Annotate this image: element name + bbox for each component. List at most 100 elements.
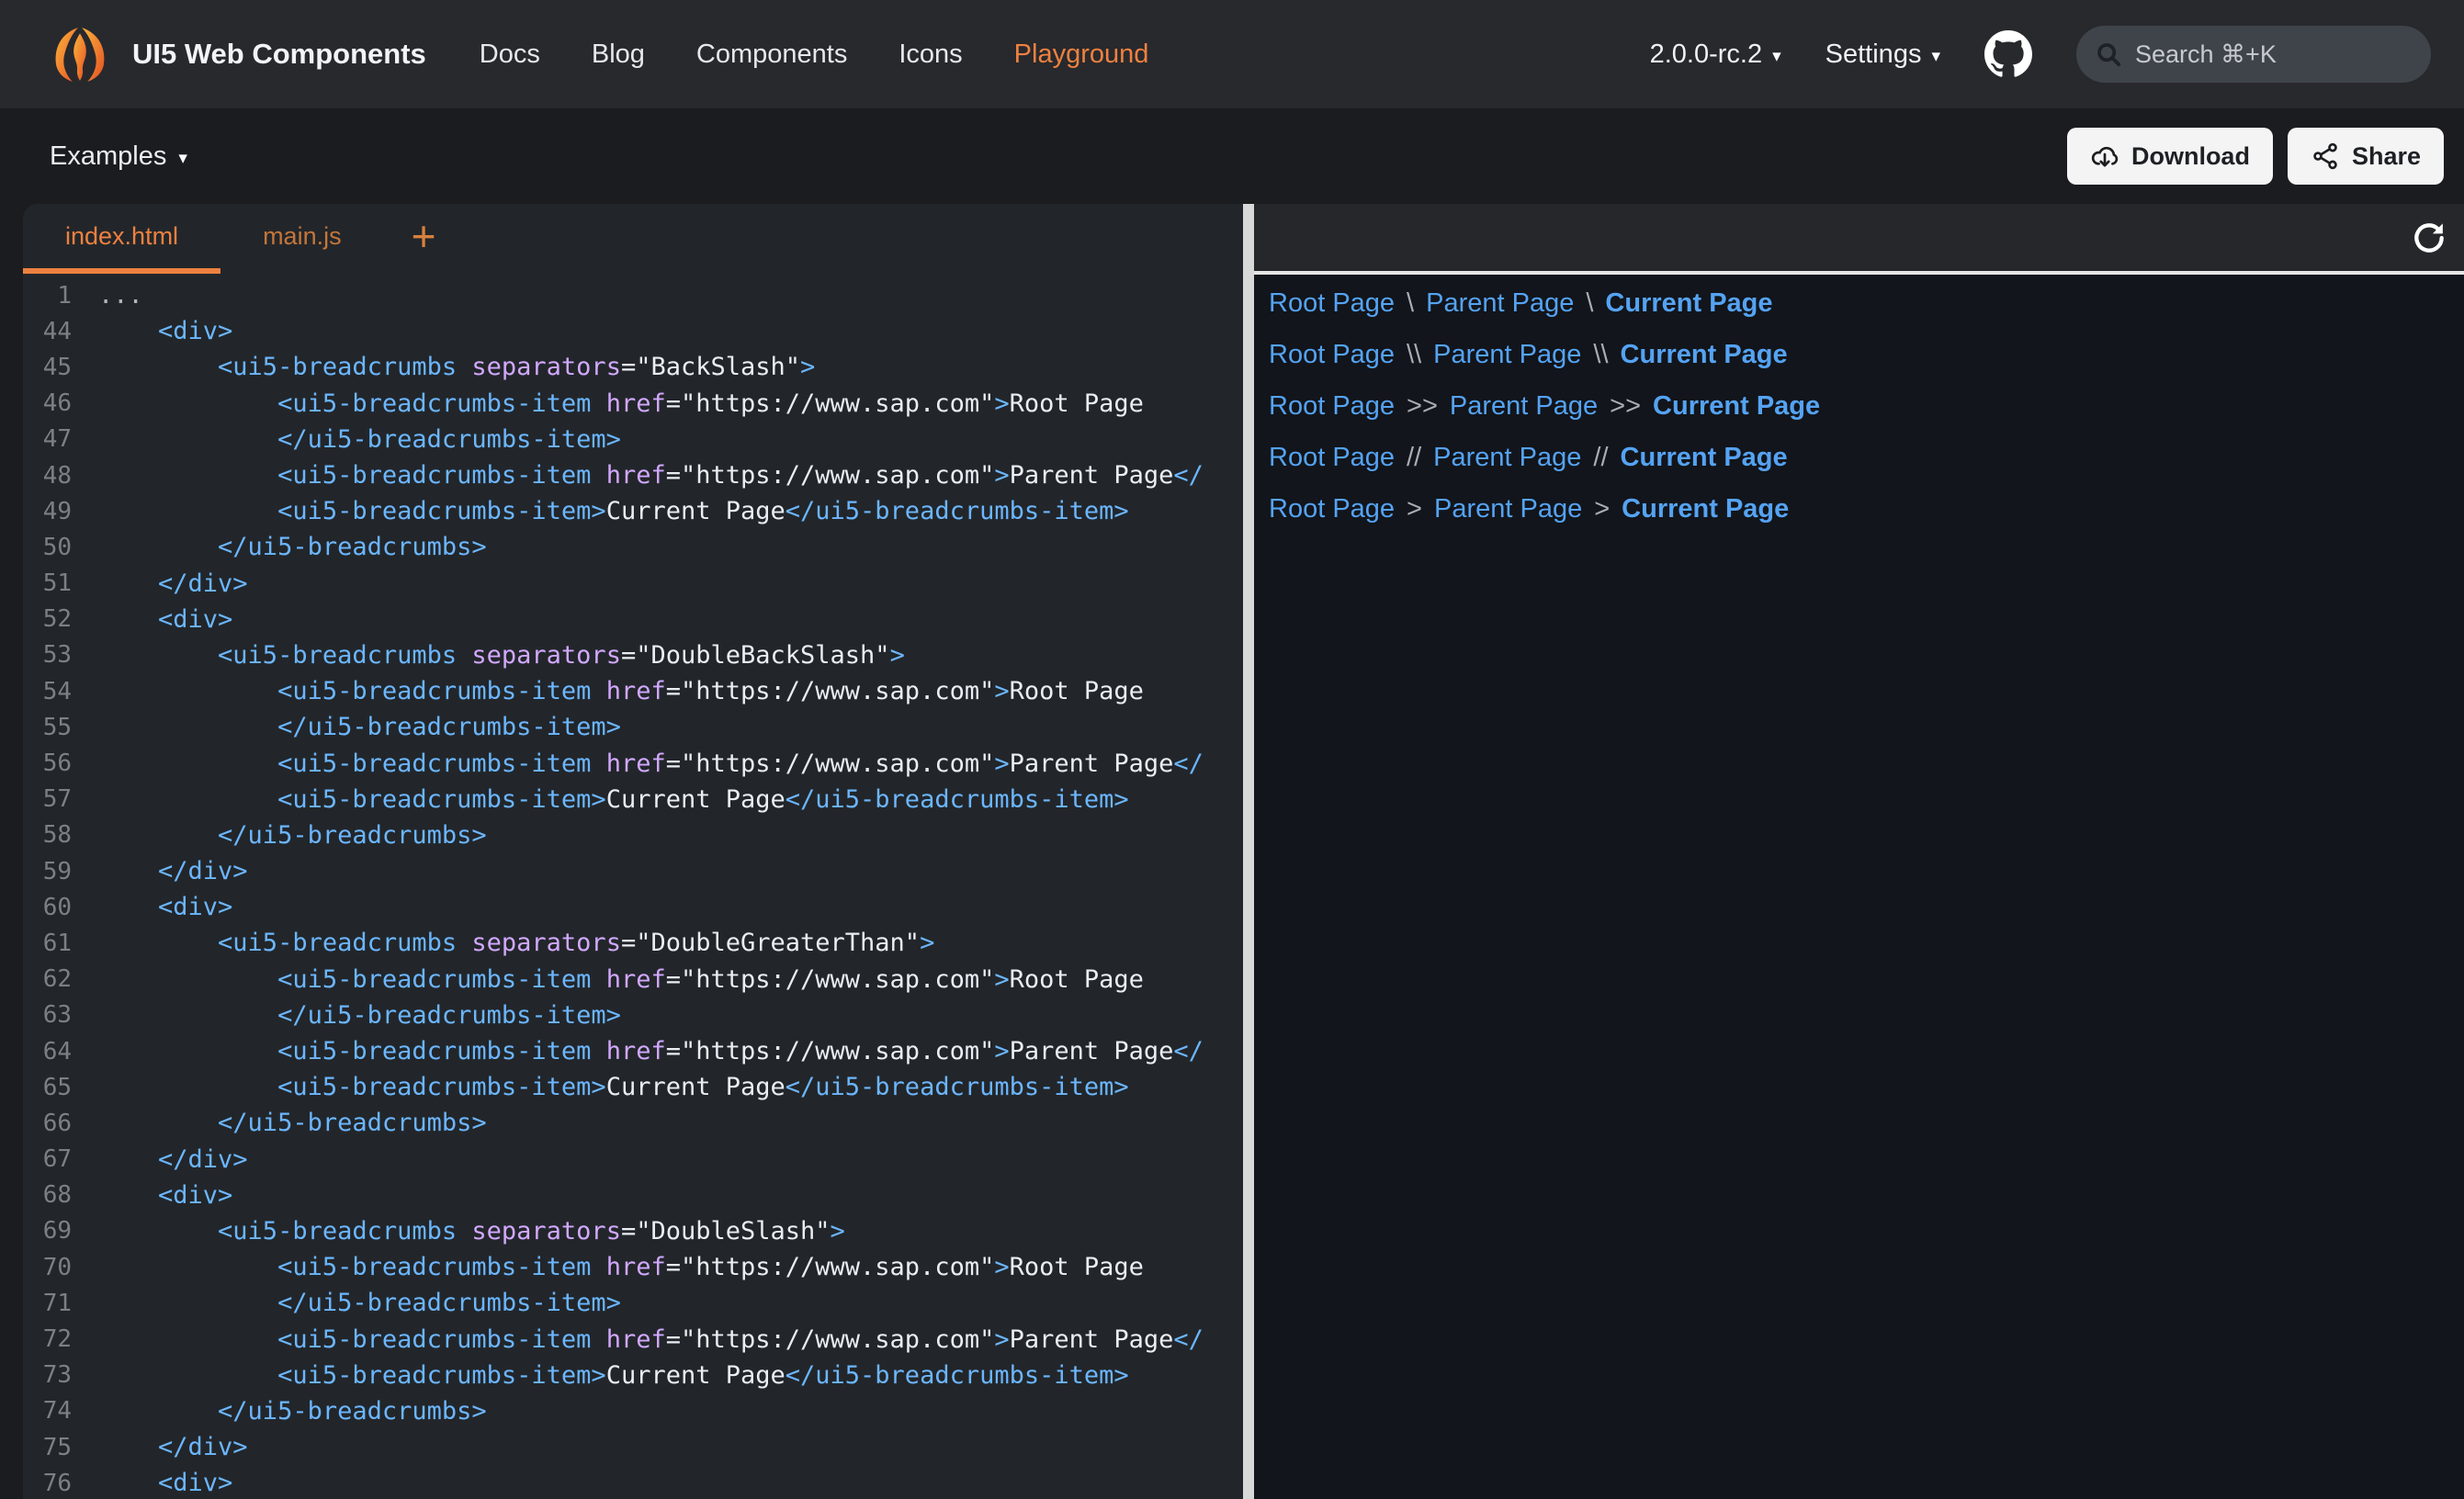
code-token: ="DoubleSlash" [621, 1217, 831, 1245]
code-token: <ui5-breadcrumbs-item> [98, 785, 606, 814]
tab-index.html[interactable]: index.html [23, 204, 220, 274]
code-line[interactable]: 49 <ui5-breadcrumbs-item>Current Page</u… [23, 493, 1243, 529]
code-line[interactable]: 59 </div> [23, 853, 1243, 889]
breadcrumb-link[interactable]: Root Page [1269, 443, 1395, 473]
breadcrumb-link[interactable]: Root Page [1269, 494, 1395, 524]
search-input[interactable] [2135, 40, 2413, 69]
code-token: <div> [98, 1469, 232, 1497]
line-number: 60 [23, 894, 72, 921]
breadcrumb-current: Current Page [1605, 288, 1772, 319]
code-area[interactable]: 1...44 <div>45 <ui5-breadcrumbs separato… [23, 274, 1243, 1499]
code-line[interactable]: 58 </ui5-breadcrumbs> [23, 817, 1243, 853]
nav-link-components[interactable]: Components [696, 39, 847, 70]
code-line[interactable]: 73 <ui5-breadcrumbs-item>Current Page</u… [23, 1358, 1243, 1393]
line-content: </div> [72, 857, 248, 885]
code-line[interactable]: 1... [23, 277, 1243, 313]
add-tab-button[interactable]: + [384, 204, 464, 274]
code-line[interactable]: 74 </ui5-breadcrumbs> [23, 1393, 1243, 1429]
nav-link-docs[interactable]: Docs [480, 39, 540, 70]
code-token: Parent Page [1010, 1325, 1174, 1354]
line-content: <ui5-breadcrumbs-item>Current Page</ui5-… [72, 497, 1129, 525]
breadcrumb-link[interactable]: Root Page [1269, 391, 1395, 422]
code-token: > [994, 461, 1009, 490]
code-line[interactable]: 67 </div> [23, 1142, 1243, 1178]
line-content: <ui5-breadcrumbs-item href="https://www.… [72, 750, 1204, 778]
code-line[interactable]: 48 <ui5-breadcrumbs-item href="https://w… [23, 457, 1243, 493]
code-line[interactable]: 71 </ui5-breadcrumbs-item> [23, 1285, 1243, 1321]
chevron-down-icon: ▾ [178, 145, 187, 167]
breadcrumb-separator: \ [1407, 288, 1414, 319]
code-line[interactable]: 46 <ui5-breadcrumbs-item href="https://w… [23, 386, 1243, 422]
code-line[interactable]: 47 </ui5-breadcrumbs-item> [23, 422, 1243, 457]
code-line[interactable]: 76 <div> [23, 1465, 1243, 1499]
code-line[interactable]: 68 <div> [23, 1178, 1243, 1213]
breadcrumb-separator: > [1594, 494, 1610, 524]
line-content: <ui5-breadcrumbs-item href="https://www.… [72, 389, 1144, 418]
line-number: 49 [23, 498, 72, 525]
refresh-icon[interactable] [2411, 220, 2447, 256]
code-line[interactable]: 53 <ui5-breadcrumbs separators="DoubleBa… [23, 637, 1243, 673]
line-content: </ui5-breadcrumbs-item> [72, 425, 621, 454]
share-button[interactable]: Share [2288, 128, 2444, 185]
nav-link-playground[interactable]: Playground [1014, 39, 1149, 70]
code-token: href [606, 1253, 666, 1281]
code-line[interactable]: 51 </div> [23, 566, 1243, 602]
line-number: 50 [23, 534, 72, 561]
code-line[interactable]: 44 <div> [23, 313, 1243, 349]
brand-title[interactable]: UI5 Web Components [132, 38, 426, 71]
editor-tab-bar: index.htmlmain.js + [23, 204, 1243, 274]
version-dropdown[interactable]: 2.0.0-rc.2 ▾ [1650, 39, 1781, 70]
nav-link-icons[interactable]: Icons [899, 39, 962, 70]
breadcrumb-link[interactable]: Parent Page [1433, 340, 1581, 370]
breadcrumb-link[interactable]: Root Page [1269, 340, 1395, 370]
line-content: <ui5-breadcrumbs-item href="https://www.… [72, 1037, 1204, 1065]
code-line[interactable]: 70 <ui5-breadcrumbs-item href="https://w… [23, 1249, 1243, 1285]
code-line[interactable]: 64 <ui5-breadcrumbs-item href="https://w… [23, 1033, 1243, 1069]
breadcrumb-link[interactable]: Parent Page [1434, 494, 1582, 524]
code-line[interactable]: 57 <ui5-breadcrumbs-item>Current Page</u… [23, 782, 1243, 817]
code-line[interactable]: 52 <div> [23, 602, 1243, 637]
line-number: 57 [23, 785, 72, 813]
code-line[interactable]: 65 <ui5-breadcrumbs-item>Current Page</u… [23, 1069, 1243, 1105]
code-token: ="BackSlash" [621, 353, 800, 381]
code-line[interactable]: 56 <ui5-breadcrumbs-item href="https://w… [23, 745, 1243, 781]
code-token: href [606, 1037, 666, 1065]
code-token: </ [1173, 1325, 1204, 1354]
line-number: 53 [23, 641, 72, 669]
line-content: </ui5-breadcrumbs-item> [72, 713, 621, 741]
code-line[interactable]: 62 <ui5-breadcrumbs-item href="https://w… [23, 962, 1243, 997]
code-line[interactable]: 63 </ui5-breadcrumbs-item> [23, 997, 1243, 1033]
settings-dropdown[interactable]: Settings ▾ [1825, 39, 1940, 70]
github-icon[interactable] [1984, 30, 2032, 78]
breadcrumb-link[interactable]: Parent Page [1450, 391, 1598, 422]
split-divider-handle[interactable] [1243, 204, 1254, 1499]
code-token: href [606, 1325, 666, 1354]
code-line[interactable]: 45 <ui5-breadcrumbs separators="BackSlas… [23, 349, 1243, 385]
code-line[interactable]: 72 <ui5-breadcrumbs-item href="https://w… [23, 1321, 1243, 1357]
tab-main.js[interactable]: main.js [220, 204, 384, 274]
nav-link-blog[interactable]: Blog [592, 39, 645, 70]
code-line[interactable]: 55 </ui5-breadcrumbs-item> [23, 709, 1243, 745]
line-number: 74 [23, 1397, 72, 1425]
code-line[interactable]: 69 <ui5-breadcrumbs separators="DoubleSl… [23, 1213, 1243, 1249]
code-token: <ui5-breadcrumbs-item [98, 461, 606, 490]
line-content: </div> [72, 1145, 248, 1174]
code-token: ="https://www.sap.com" [666, 461, 995, 490]
breadcrumb-link[interactable]: Parent Page [1426, 288, 1574, 319]
examples-dropdown[interactable]: Examples ▾ [50, 141, 187, 172]
download-button[interactable]: Download [2067, 128, 2273, 185]
download-label: Download [2131, 142, 2250, 171]
code-line[interactable]: 54 <ui5-breadcrumbs-item href="https://w… [23, 673, 1243, 709]
ui5-phoenix-logo-icon [50, 24, 110, 85]
code-line[interactable]: 66 </ui5-breadcrumbs> [23, 1105, 1243, 1141]
breadcrumb-link[interactable]: Root Page [1269, 288, 1395, 319]
code-line[interactable]: 61 <ui5-breadcrumbs separators="DoubleGr… [23, 925, 1243, 961]
line-number: 59 [23, 858, 72, 885]
breadcrumb-link[interactable]: Parent Page [1433, 443, 1581, 473]
code-token: <ui5-breadcrumbs-item> [98, 1073, 606, 1101]
code-line[interactable]: 75 </div> [23, 1429, 1243, 1465]
code-line[interactable]: 60 <div> [23, 889, 1243, 925]
code-token: <ui5-breadcrumbs [98, 641, 471, 670]
code-token: <ui5-breadcrumbs-item [98, 1325, 606, 1354]
code-line[interactable]: 50 </ui5-breadcrumbs> [23, 529, 1243, 565]
